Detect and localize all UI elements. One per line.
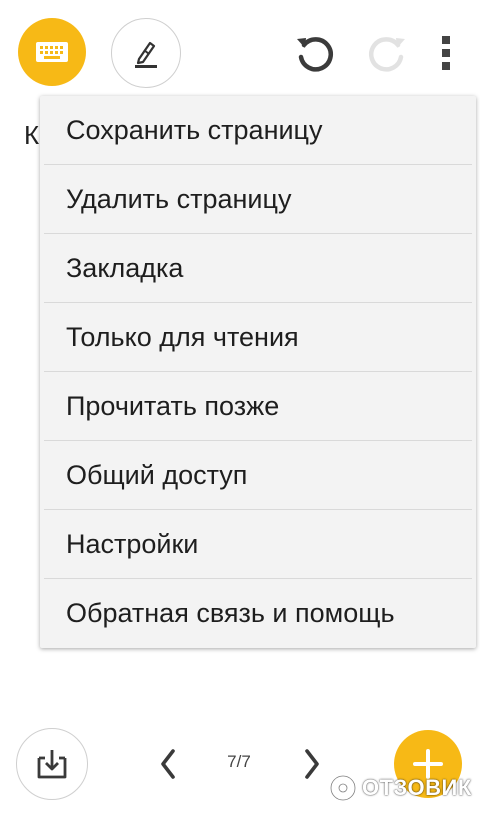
watermark-logo-icon (329, 774, 357, 802)
keyboard-button[interactable] (18, 18, 86, 86)
overflow-menu: Сохранить страницу Удалить страницу Закл… (40, 96, 476, 648)
chevron-left-icon (161, 749, 175, 779)
chevron-right-icon (305, 749, 319, 779)
import-button[interactable] (16, 728, 88, 800)
import-icon (37, 750, 67, 779)
pen-icon (135, 41, 157, 68)
menu-item-delete-page[interactable]: Удалить страницу (40, 165, 476, 234)
page-counter: 7/7 (227, 752, 251, 771)
more-vertical-icon (442, 36, 450, 70)
previous-page-button[interactable] (150, 742, 186, 786)
redo-icon (369, 37, 405, 72)
menu-item-bookmark[interactable]: Закладка (40, 234, 476, 303)
menu-item-feedback-help[interactable]: Обратная связь и помощь (40, 579, 476, 648)
menu-item-save-page[interactable]: Сохранить страницу (40, 96, 476, 165)
watermark-text: ОТЗОВИК (362, 775, 472, 800)
next-page-button[interactable] (294, 742, 330, 786)
pen-button[interactable] (111, 18, 181, 88)
undo-icon (297, 37, 333, 72)
keyboard-icon (36, 42, 68, 62)
more-options-button[interactable] (426, 30, 466, 76)
page-text: К (24, 120, 40, 150)
menu-item-settings[interactable]: Настройки (40, 510, 476, 579)
watermark: ОТЗОВИК (328, 770, 472, 806)
menu-item-read-only[interactable]: Только для чтения (40, 303, 476, 372)
undo-button[interactable] (288, 26, 342, 80)
menu-item-read-later[interactable]: Прочитать позже (40, 372, 476, 441)
redo-button[interactable] (360, 26, 414, 80)
top-toolbar (0, 0, 480, 100)
menu-item-share[interactable]: Общий доступ (40, 441, 476, 510)
